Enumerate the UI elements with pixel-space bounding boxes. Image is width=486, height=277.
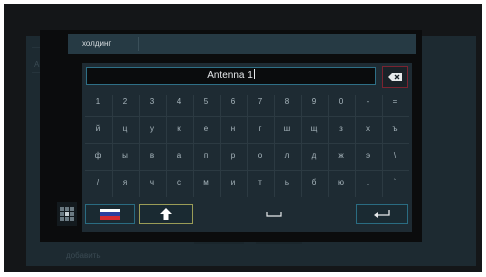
- key[interactable]: з: [328, 119, 354, 139]
- header-title: холдинг: [82, 39, 112, 48]
- key[interactable]: л: [274, 146, 300, 166]
- header-divider: [138, 37, 139, 51]
- space-icon: [266, 212, 282, 217]
- key[interactable]: у: [139, 119, 165, 139]
- keyboard-layout-button[interactable]: [57, 202, 77, 226]
- key[interactable]: е: [193, 119, 219, 139]
- key[interactable]: ь: [274, 173, 300, 193]
- enter-key[interactable]: [356, 204, 408, 224]
- key-grid-divider: [139, 95, 140, 197]
- key-grid-divider: [85, 143, 409, 144]
- russian-flag-icon: [100, 208, 120, 220]
- key[interactable]: п: [193, 146, 219, 166]
- key[interactable]: я: [112, 173, 138, 193]
- key[interactable]: ц: [112, 119, 138, 139]
- key[interactable]: в: [139, 146, 165, 166]
- key-grid-divider: [301, 95, 302, 197]
- key[interactable]: а: [166, 146, 192, 166]
- key-grid-divider: [220, 95, 221, 197]
- key[interactable]: `: [382, 173, 408, 193]
- key[interactable]: к: [166, 119, 192, 139]
- key[interactable]: 2: [112, 92, 138, 112]
- backspace-key[interactable]: [382, 66, 408, 88]
- backspace-icon: [388, 73, 402, 81]
- key[interactable]: э: [355, 146, 381, 166]
- key-grid-divider: [85, 170, 409, 171]
- key[interactable]: б: [301, 173, 327, 193]
- keyboard-header: холдинг: [68, 34, 416, 54]
- key-grid-divider: [382, 95, 383, 197]
- key[interactable]: щ: [301, 119, 327, 139]
- key[interactable]: ж: [328, 146, 354, 166]
- key[interactable]: \: [382, 146, 408, 166]
- key-grid-divider: [112, 95, 113, 197]
- key[interactable]: ю: [328, 173, 354, 193]
- key[interactable]: =: [382, 92, 408, 112]
- key[interactable]: ш: [274, 119, 300, 139]
- key[interactable]: х: [355, 119, 381, 139]
- key[interactable]: 8: [274, 92, 300, 112]
- shift-key[interactable]: [139, 204, 193, 224]
- key[interactable]: с: [166, 173, 192, 193]
- enter-icon: [374, 210, 390, 218]
- key[interactable]: д: [301, 146, 327, 166]
- key[interactable]: 6: [220, 92, 246, 112]
- key[interactable]: о: [247, 146, 273, 166]
- key[interactable]: 5: [193, 92, 219, 112]
- key[interactable]: ч: [139, 173, 165, 193]
- key-grid-divider: [247, 95, 248, 197]
- key[interactable]: -: [355, 92, 381, 112]
- keyboard-grid-icon: [60, 207, 74, 221]
- shift-arrow-icon: [160, 208, 172, 220]
- background-add-label: добавить: [66, 251, 101, 260]
- input-value: Antenna 1: [207, 70, 253, 81]
- key[interactable]: г: [247, 119, 273, 139]
- key[interactable]: .: [355, 173, 381, 193]
- text-cursor: [253, 69, 255, 79]
- key-grid-divider: [166, 95, 167, 197]
- key[interactable]: й: [85, 119, 111, 139]
- key-grid-divider: [193, 95, 194, 197]
- key[interactable]: р: [220, 146, 246, 166]
- key[interactable]: 7: [247, 92, 273, 112]
- key[interactable]: 4: [166, 92, 192, 112]
- key[interactable]: ы: [112, 146, 138, 166]
- text-input-field[interactable]: Antenna 1: [86, 67, 376, 85]
- key[interactable]: ъ: [382, 119, 408, 139]
- key[interactable]: ф: [85, 146, 111, 166]
- key-grid-divider: [85, 116, 409, 117]
- key-grid-divider: [355, 95, 356, 197]
- key[interactable]: /: [85, 173, 111, 193]
- key-grid-divider: [274, 95, 275, 197]
- key-grid-divider: [328, 95, 329, 197]
- key[interactable]: 3: [139, 92, 165, 112]
- key[interactable]: н: [220, 119, 246, 139]
- language-key[interactable]: [85, 204, 135, 224]
- key[interactable]: 9: [301, 92, 327, 112]
- key[interactable]: 0: [328, 92, 354, 112]
- key[interactable]: м: [193, 173, 219, 193]
- key[interactable]: 1: [85, 92, 111, 112]
- key[interactable]: т: [247, 173, 273, 193]
- space-key[interactable]: [199, 204, 349, 224]
- key[interactable]: и: [220, 173, 246, 193]
